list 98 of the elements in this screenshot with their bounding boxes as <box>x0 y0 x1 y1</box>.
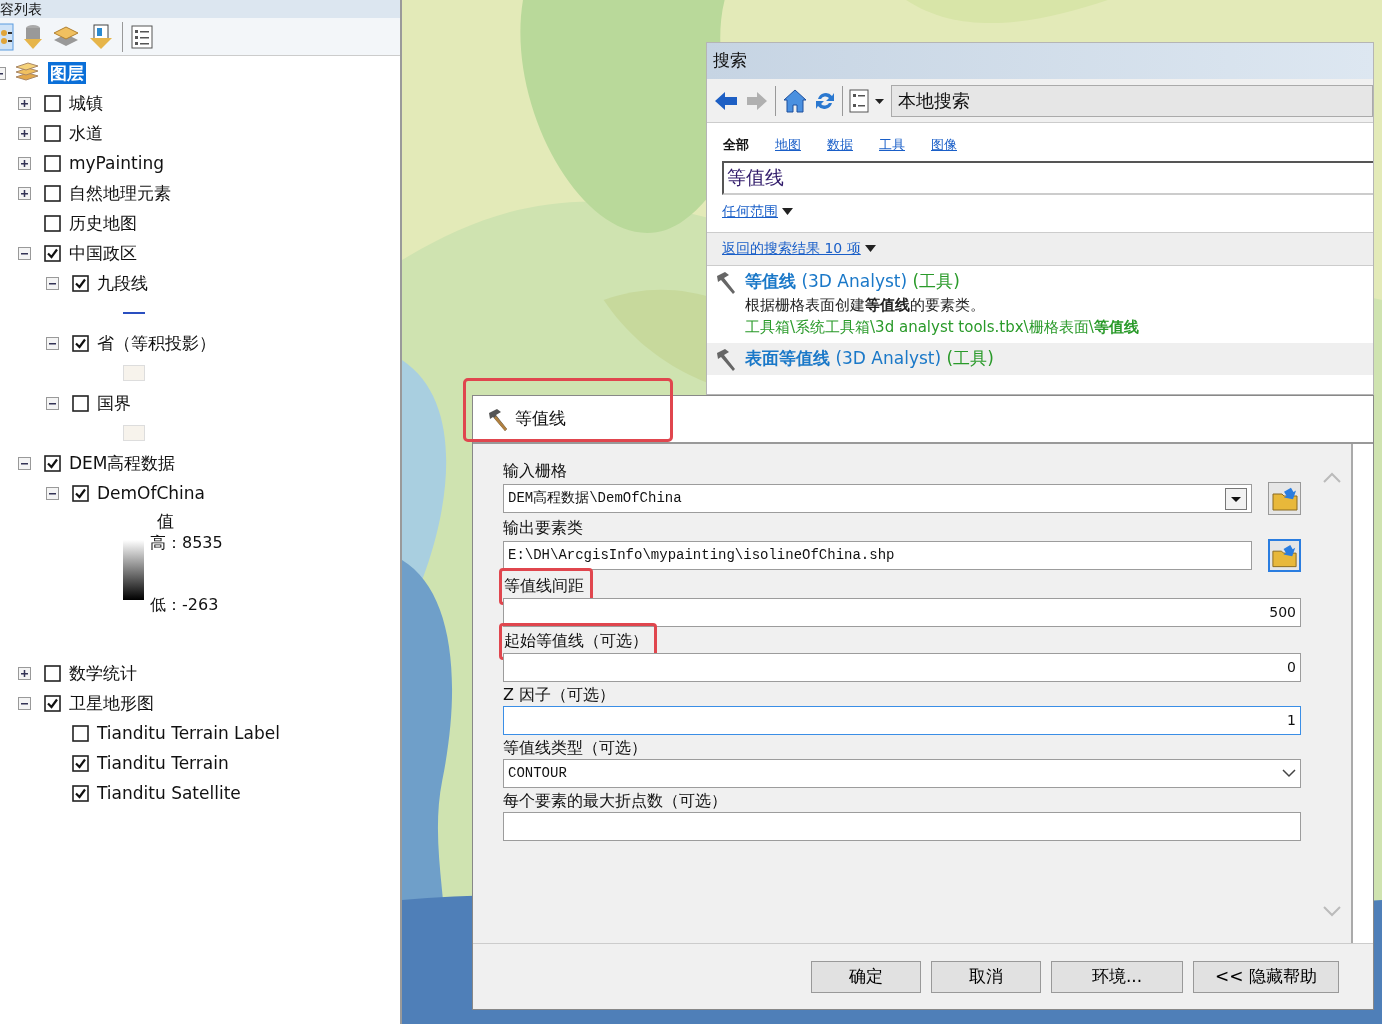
checkbox[interactable] <box>72 784 89 802</box>
input-field[interactable]: 500 <box>503 598 1301 627</box>
line-symbol <box>123 311 145 315</box>
layer-name[interactable]: 卫星地形图 <box>69 692 154 714</box>
search-field[interactable]: 等值线 <box>722 160 1373 195</box>
field-label: 每个要素的最大折点数（可选） <box>503 790 727 812</box>
checkbox[interactable] <box>44 664 61 682</box>
checkbox[interactable] <box>44 124 61 142</box>
expand-icon[interactable] <box>18 186 31 200</box>
checkbox[interactable] <box>44 184 61 202</box>
legend-title: 值 <box>157 510 175 532</box>
legend-label: 低：-263 <box>150 594 220 616</box>
layer-name[interactable]: 历史地图 <box>69 212 137 234</box>
checkbox[interactable] <box>44 454 61 472</box>
view-options-icon[interactable] <box>849 88 885 113</box>
field-label: Z 因子（可选） <box>503 684 616 706</box>
field-label: 输入栅格 <box>503 460 567 482</box>
collapse-icon[interactable] <box>46 276 59 290</box>
legend-label: 高：8535 <box>150 532 223 554</box>
home-icon[interactable] <box>782 87 808 114</box>
panel-title: 容列表 <box>0 0 42 18</box>
checkbox[interactable] <box>72 754 89 772</box>
layer-name[interactable]: 数学统计 <box>69 662 137 684</box>
layer-name[interactable]: 城镇 <box>69 92 103 114</box>
layer-name[interactable]: myPainting <box>69 152 164 174</box>
field-label: 起始等值线（可选） <box>504 631 648 650</box>
search-tab[interactable]: 图像 <box>931 135 957 155</box>
result-description: 根据栅格表面创建等值线的要素类。 <box>745 294 986 316</box>
dropdown-field[interactable]: CONTOUR <box>503 759 1301 788</box>
layer-name[interactable]: 九段线 <box>97 272 148 294</box>
layer-name[interactable]: 省（等积投影） <box>97 332 216 354</box>
expand-icon[interactable] <box>18 666 31 680</box>
checkbox[interactable] <box>44 154 61 172</box>
layers-icon <box>14 62 40 84</box>
collapse-icon[interactable] <box>46 486 59 500</box>
search-tab[interactable]: 地图 <box>775 135 801 155</box>
fill-symbol <box>123 365 145 381</box>
layer-name[interactable]: DemOfChina <box>97 482 206 504</box>
collapse-icon[interactable] <box>18 456 31 470</box>
layer-name[interactable]: 国界 <box>97 392 131 414</box>
expand-icon[interactable] <box>18 156 31 170</box>
dialog-title: 等值线 <box>515 407 566 431</box>
search-tab[interactable]: 工具 <box>879 135 905 155</box>
checkbox[interactable] <box>72 724 89 742</box>
layer-name[interactable]: 水道 <box>69 122 103 144</box>
browse-button[interactable] <box>1268 482 1301 515</box>
dialog-button[interactable]: 环境... <box>1051 960 1183 993</box>
collapse-icon[interactable] <box>18 246 31 260</box>
layer-name[interactable]: 中国政区 <box>69 242 137 264</box>
search-tab[interactable]: 全部 <box>723 135 749 155</box>
checkbox[interactable] <box>44 94 61 112</box>
checkbox[interactable] <box>72 394 89 412</box>
scope-link[interactable]: 任何范围 <box>722 200 778 222</box>
layer-name[interactable]: 自然地理元素 <box>69 182 171 204</box>
collapse-icon[interactable] <box>18 696 31 710</box>
search-tab[interactable]: 数据 <box>827 135 853 155</box>
result-count-link[interactable]: 返回的搜索结果 10 项 <box>722 238 861 259</box>
checkbox[interactable] <box>72 274 89 292</box>
input-field[interactable]: E:\DH\ArcgisInfo\mypainting\isolineOfChina.shp <box>503 541 1252 570</box>
field-label: 等值线类型（可选） <box>503 737 647 759</box>
collapse-icon[interactable] <box>46 396 59 410</box>
result-title[interactable]: 等值线 (3D Analyst) (工具) <box>745 270 960 291</box>
field-label: 等值线间距 <box>504 576 584 595</box>
dropdown-field[interactable]: DEM高程数据\DemOfChina <box>503 484 1252 513</box>
selection-icon[interactable] <box>88 22 114 51</box>
location-field[interactable]: 本地搜索 <box>891 84 1373 117</box>
collapse-icon[interactable] <box>46 336 59 350</box>
input-field[interactable] <box>503 812 1301 841</box>
checkbox[interactable] <box>72 484 89 502</box>
caret-icon[interactable] <box>782 207 793 215</box>
field-label: 输出要素类 <box>503 517 583 539</box>
database-icon[interactable] <box>22 22 44 51</box>
list-by-order-icon[interactable] <box>0 21 14 52</box>
result-path: 工具箱\系统工具箱\3d analyst tools.tbx\栅格表面\等值线 <box>745 317 1139 338</box>
layer-name[interactable]: Tianditu Satellite <box>97 782 241 804</box>
back-icon[interactable] <box>713 89 739 112</box>
expand-icon[interactable] <box>18 96 31 110</box>
color-ramp <box>123 540 144 600</box>
checkbox[interactable] <box>44 694 61 712</box>
window-title: 搜索 <box>713 49 747 73</box>
dialog-button[interactable]: 取消 <box>931 960 1041 993</box>
caret-icon[interactable] <box>864 245 876 252</box>
browse-button[interactable] <box>1268 539 1301 572</box>
fill-symbol <box>123 425 145 441</box>
layer-name[interactable]: DEM高程数据 <box>69 452 176 474</box>
chevron-down-icon[interactable] <box>1282 769 1296 778</box>
options-icon[interactable] <box>131 24 153 49</box>
checkbox[interactable] <box>44 214 61 232</box>
checkbox[interactable] <box>44 244 61 262</box>
layer-group-name[interactable]: 图层 <box>48 62 86 84</box>
input-field[interactable]: 0 <box>503 653 1301 682</box>
checkbox[interactable] <box>72 334 89 352</box>
dialog-button[interactable]: 确定 <box>811 960 921 993</box>
layer-name[interactable]: Tianditu Terrain <box>97 752 229 774</box>
layer-name[interactable]: Tianditu Terrain Label <box>97 722 280 744</box>
input-field[interactable]: 1 <box>503 706 1301 735</box>
dialog-button[interactable]: << 隐藏帮助 <box>1193 960 1339 993</box>
expand-icon[interactable] <box>18 126 31 140</box>
